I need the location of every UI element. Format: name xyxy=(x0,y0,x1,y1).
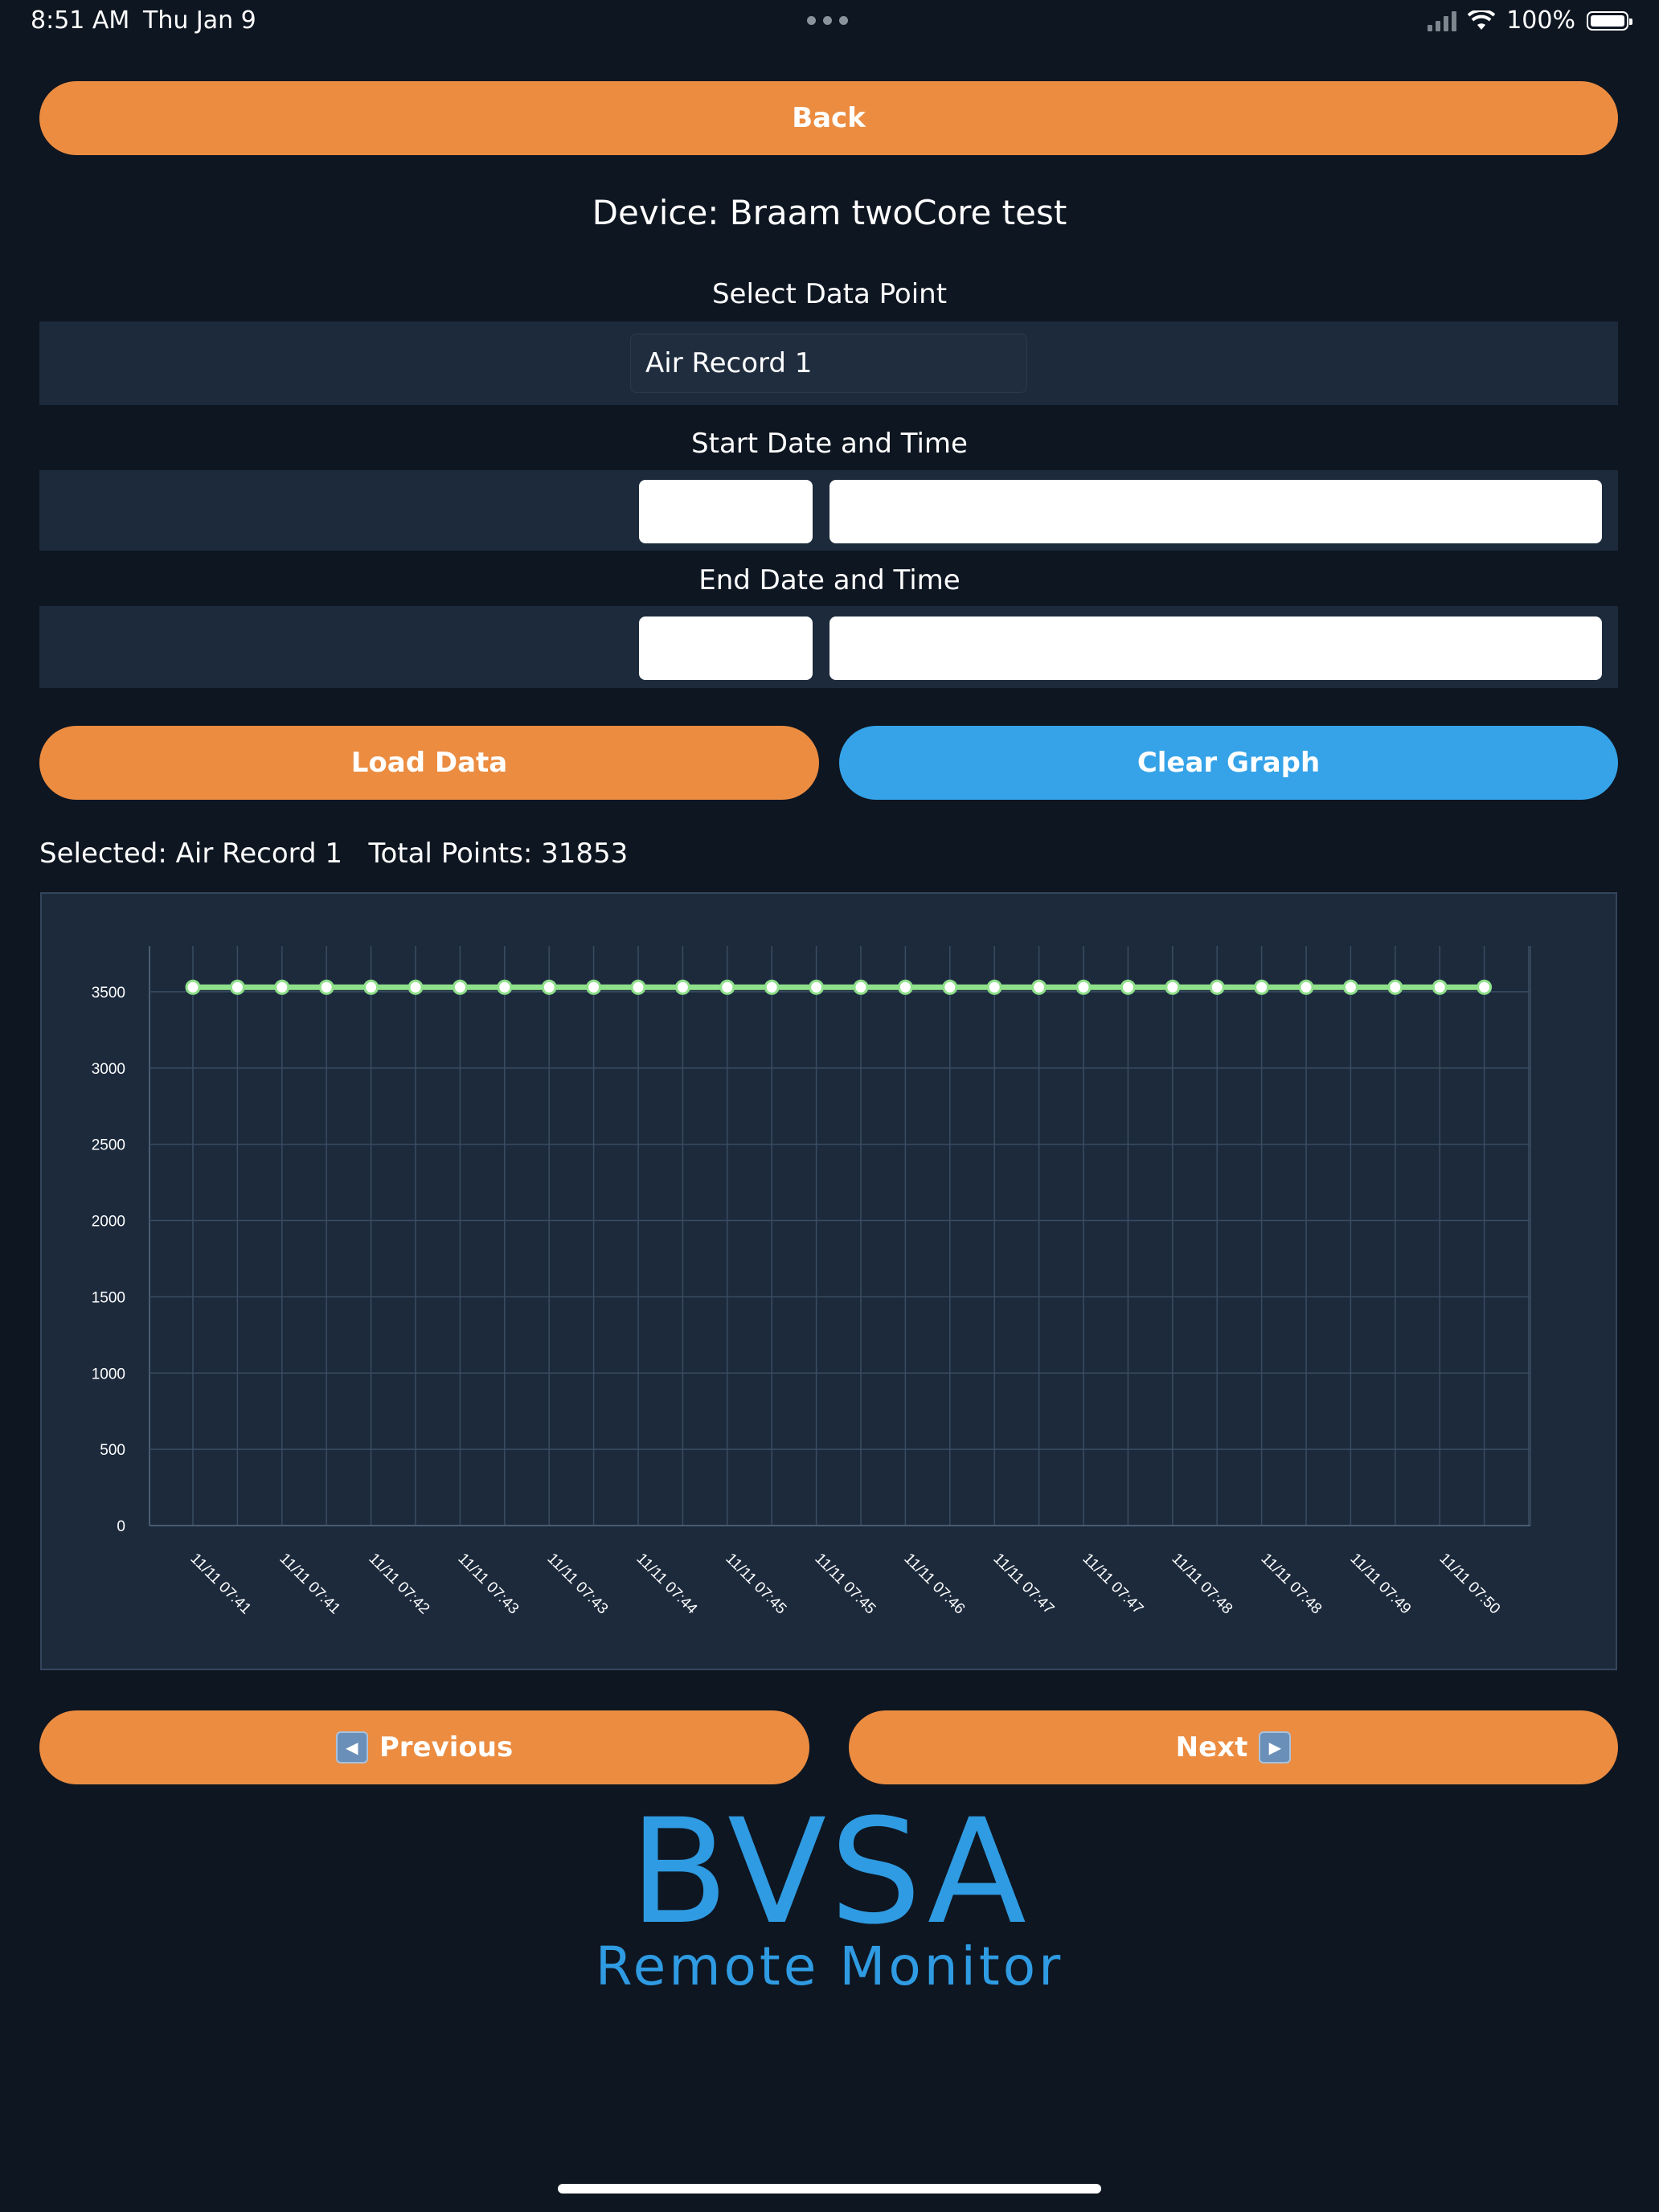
next-button[interactable]: Next ▶ xyxy=(849,1710,1618,1784)
data-point xyxy=(897,979,913,995)
x-tick-label: 11/11 07:43 xyxy=(543,1550,611,1618)
data-point xyxy=(630,979,646,995)
x-tick-label: 11/11 07:42 xyxy=(365,1550,432,1618)
battery-percent: 100% xyxy=(1506,6,1575,35)
y-tick-label: 3000 xyxy=(92,1061,125,1078)
start-date-input[interactable] xyxy=(639,480,813,543)
data-point xyxy=(229,979,245,995)
data-point xyxy=(853,979,869,995)
x-tick-label: 11/11 07:48 xyxy=(1168,1550,1235,1618)
data-point xyxy=(1031,979,1047,995)
data-point xyxy=(586,979,602,995)
x-tick-label: 11/11 07:46 xyxy=(900,1550,968,1618)
x-tick-label: 11/11 07:49 xyxy=(1346,1550,1414,1618)
x-tick-label: 11/11 07:48 xyxy=(1257,1550,1325,1618)
x-tick-label: 11/11 07:45 xyxy=(722,1550,789,1618)
data-point-select-value: Air Record 1 xyxy=(645,347,813,379)
end-time-input[interactable] xyxy=(830,616,1602,680)
x-tick-label: 11/11 07:44 xyxy=(633,1550,700,1618)
start-date-label: Start Date and Time xyxy=(691,428,968,460)
y-tick-label: 3500 xyxy=(92,985,125,1002)
data-point xyxy=(1342,979,1358,995)
data-point xyxy=(1298,979,1314,995)
clear-graph-button[interactable]: Clear Graph xyxy=(839,726,1618,800)
selection-info: Selected: Air Record 1 Total Points: 318… xyxy=(39,838,629,870)
status-time: 8:51 AM xyxy=(31,6,130,35)
data-point xyxy=(1432,979,1448,995)
x-tick-label: 11/11 07:50 xyxy=(1436,1550,1503,1618)
data-point xyxy=(1209,979,1225,995)
select-data-point-label: Select Data Point xyxy=(711,278,948,310)
back-button[interactable]: Back xyxy=(39,81,1618,155)
x-tick-label: 11/11 07:41 xyxy=(186,1550,254,1618)
x-tick-label: 11/11 07:41 xyxy=(276,1550,343,1618)
right-arrow-icon: ▶ xyxy=(1259,1731,1292,1763)
data-point xyxy=(1165,979,1181,995)
data-point xyxy=(452,979,468,995)
start-time-input[interactable] xyxy=(830,480,1602,543)
y-tick-label: 2000 xyxy=(92,1214,125,1231)
data-point xyxy=(318,979,334,995)
left-arrow-icon: ◀ xyxy=(335,1731,368,1763)
data-point-select[interactable]: Air Record 1 xyxy=(630,334,1027,393)
status-bar: 8:51 AM Thu Jan 9 100% xyxy=(0,0,1659,45)
load-data-button[interactable]: Load Data xyxy=(39,726,819,800)
next-label: Next xyxy=(1175,1731,1248,1763)
data-point xyxy=(1387,979,1403,995)
logo-title: BVSA xyxy=(629,1788,1030,1956)
data-point xyxy=(942,979,958,995)
x-tick-label: 11/11 07:47 xyxy=(989,1550,1057,1618)
line-chart: 0 500 1000 1500 2000 2500 3000 3500 11/11 07:41 1… xyxy=(92,946,1531,1618)
previous-button[interactable]: ◀ Previous xyxy=(39,1710,809,1784)
data-point xyxy=(1120,979,1136,995)
previous-label: Previous xyxy=(379,1731,514,1763)
data-point xyxy=(274,979,290,995)
x-tick-label: 11/11 07:43 xyxy=(454,1550,522,1618)
data-point xyxy=(1075,979,1092,995)
chart-panel: 0 500 1000 1500 2000 2500 3000 3500 11/11 07:41 1… xyxy=(40,892,1617,1670)
data-point xyxy=(1477,979,1493,995)
cellular-signal-icon xyxy=(1428,10,1457,31)
end-date-label: End Date and Time xyxy=(698,564,961,596)
device-title: Device: Braam twoCore test xyxy=(592,193,1067,232)
status-date: Thu Jan 9 xyxy=(143,6,256,35)
x-tick-label: 11/11 07:47 xyxy=(1079,1550,1146,1618)
end-date-input[interactable] xyxy=(639,616,813,680)
data-point xyxy=(185,979,201,995)
x-tick-label: 11/11 07:45 xyxy=(811,1550,879,1618)
data-point xyxy=(674,979,690,995)
wifi-icon xyxy=(1468,10,1496,30)
data-point xyxy=(363,979,379,995)
data-point xyxy=(541,979,557,995)
home-indicator[interactable] xyxy=(558,2184,1101,2194)
data-point xyxy=(408,979,424,995)
y-tick-label: 2500 xyxy=(92,1137,125,1154)
data-point xyxy=(497,979,513,995)
data-point xyxy=(1254,979,1270,995)
y-tick-label: 1000 xyxy=(92,1366,125,1382)
data-point xyxy=(986,979,1002,995)
y-tick-label: 0 xyxy=(117,1518,125,1535)
data-point xyxy=(764,979,780,995)
battery-icon xyxy=(1587,10,1632,31)
multitasking-dots-icon[interactable] xyxy=(807,16,848,25)
y-tick-label: 500 xyxy=(100,1442,125,1459)
data-point xyxy=(809,979,825,995)
y-tick-label: 1500 xyxy=(92,1289,125,1306)
logo-subtitle: Remote Monitor xyxy=(595,1936,1064,1997)
data-point xyxy=(719,979,735,995)
status-indicators: 100% xyxy=(1428,6,1632,35)
